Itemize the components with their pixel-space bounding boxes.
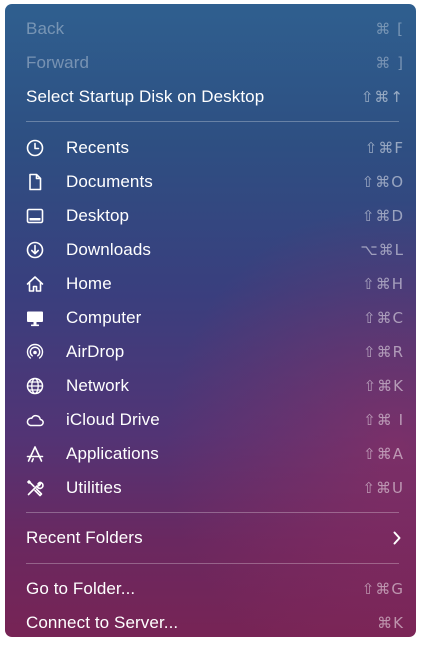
menu-item-go-to-folder[interactable]: Go to Folder... ⇧⌘G [5, 572, 416, 606]
menu-item-utilities[interactable]: Utilities ⇧⌘U [5, 471, 416, 505]
document-icon [25, 172, 45, 192]
keyboard-shortcut: ⇧⌘U [362, 479, 404, 497]
menu-item-applications[interactable]: Applications ⇧⌘A [5, 437, 416, 471]
menu-item-airdrop[interactable]: AirDrop ⇧⌘R [5, 335, 416, 369]
cloud-icon [25, 410, 45, 430]
chevron-right-icon [392, 530, 402, 546]
keyboard-shortcut: ⇧⌘H [362, 275, 404, 293]
menu-item-label: AirDrop [66, 342, 125, 361]
desktop-icon [25, 206, 45, 226]
keyboard-shortcut: ⇧⌘ I [363, 411, 404, 429]
menu-separator [26, 121, 399, 122]
computer-icon [25, 308, 45, 328]
menu-item-label: Applications [66, 444, 159, 463]
applications-icon [25, 444, 45, 464]
menu-item-desktop[interactable]: Desktop ⇧⌘D [5, 199, 416, 233]
menu-item-recent-folders[interactable]: Recent Folders [5, 521, 416, 555]
keyboard-shortcut: ⌘ [ [375, 20, 404, 38]
menu-item-back[interactable]: Back ⌘ [ [5, 12, 416, 46]
menu-item-label: iCloud Drive [66, 410, 160, 429]
keyboard-shortcut: ⇧⌘A [363, 445, 404, 463]
menu-item-label: Network [66, 376, 130, 395]
menu-item-label: Documents [66, 172, 153, 191]
house-icon [25, 274, 45, 294]
menu-item-label: Connect to Server... [26, 613, 179, 632]
menu-item-label: Recent Folders [26, 528, 143, 547]
menu-item-network[interactable]: Network ⇧⌘K [5, 369, 416, 403]
keyboard-shortcut: ⇧⌘F [364, 139, 404, 157]
keyboard-shortcut: ⇧⌘C [362, 309, 404, 327]
clock-icon [25, 138, 45, 158]
menu-item-connect-to-server[interactable]: Connect to Server... ⌘K [5, 606, 416, 637]
menu-item-label: Downloads [66, 240, 152, 259]
keyboard-shortcut: ⇧⌘O [361, 173, 404, 191]
globe-icon [25, 376, 45, 396]
download-icon [25, 240, 45, 260]
keyboard-shortcut: ⌘K [377, 614, 404, 632]
tools-icon [25, 478, 45, 498]
menu-item-label: Recents [66, 138, 130, 157]
keyboard-shortcut: ⌘ ] [375, 54, 404, 72]
menu-item-downloads[interactable]: Downloads ⌥⌘L [5, 233, 416, 267]
menu-separator [26, 563, 399, 564]
keyboard-shortcut: ⇧⌘D [361, 207, 404, 225]
menu-item-label: Go to Folder... [26, 579, 136, 598]
menu-item-icloud-drive[interactable]: iCloud Drive ⇧⌘ I [5, 403, 416, 437]
keyboard-shortcut: ⌥⌘L [360, 241, 404, 259]
menu-item-label: Home [66, 274, 112, 293]
menu-item-forward[interactable]: Forward ⌘ ] [5, 46, 416, 80]
menu-item-label: Back [26, 19, 65, 38]
menu-item-label: Computer [66, 308, 142, 327]
keyboard-shortcut: ⇧⌘G [361, 580, 404, 598]
menu-item-home[interactable]: Home ⇧⌘H [5, 267, 416, 301]
menu-separator [26, 512, 399, 513]
keyboard-shortcut: ⇧⌘R [363, 343, 404, 361]
keyboard-shortcut: ⇧⌘↑ [360, 88, 404, 106]
go-menu: Back ⌘ [ Forward ⌘ ] Select Startup Disk… [5, 4, 416, 637]
menu-item-label: Forward [26, 53, 90, 72]
menu-item-select-startup-disk[interactable]: Select Startup Disk on Desktop ⇧⌘↑ [5, 80, 416, 114]
menu-item-label: Desktop [66, 206, 130, 225]
menu-item-label: Select Startup Disk on Desktop [26, 87, 265, 106]
menu-item-documents[interactable]: Documents ⇧⌘O [5, 165, 416, 199]
keyboard-shortcut: ⇧⌘K [363, 377, 404, 395]
menu-item-computer[interactable]: Computer ⇧⌘C [5, 301, 416, 335]
airdrop-icon [25, 342, 45, 362]
menu-item-label: Utilities [66, 478, 122, 497]
menu-item-recents[interactable]: Recents ⇧⌘F [5, 131, 416, 165]
